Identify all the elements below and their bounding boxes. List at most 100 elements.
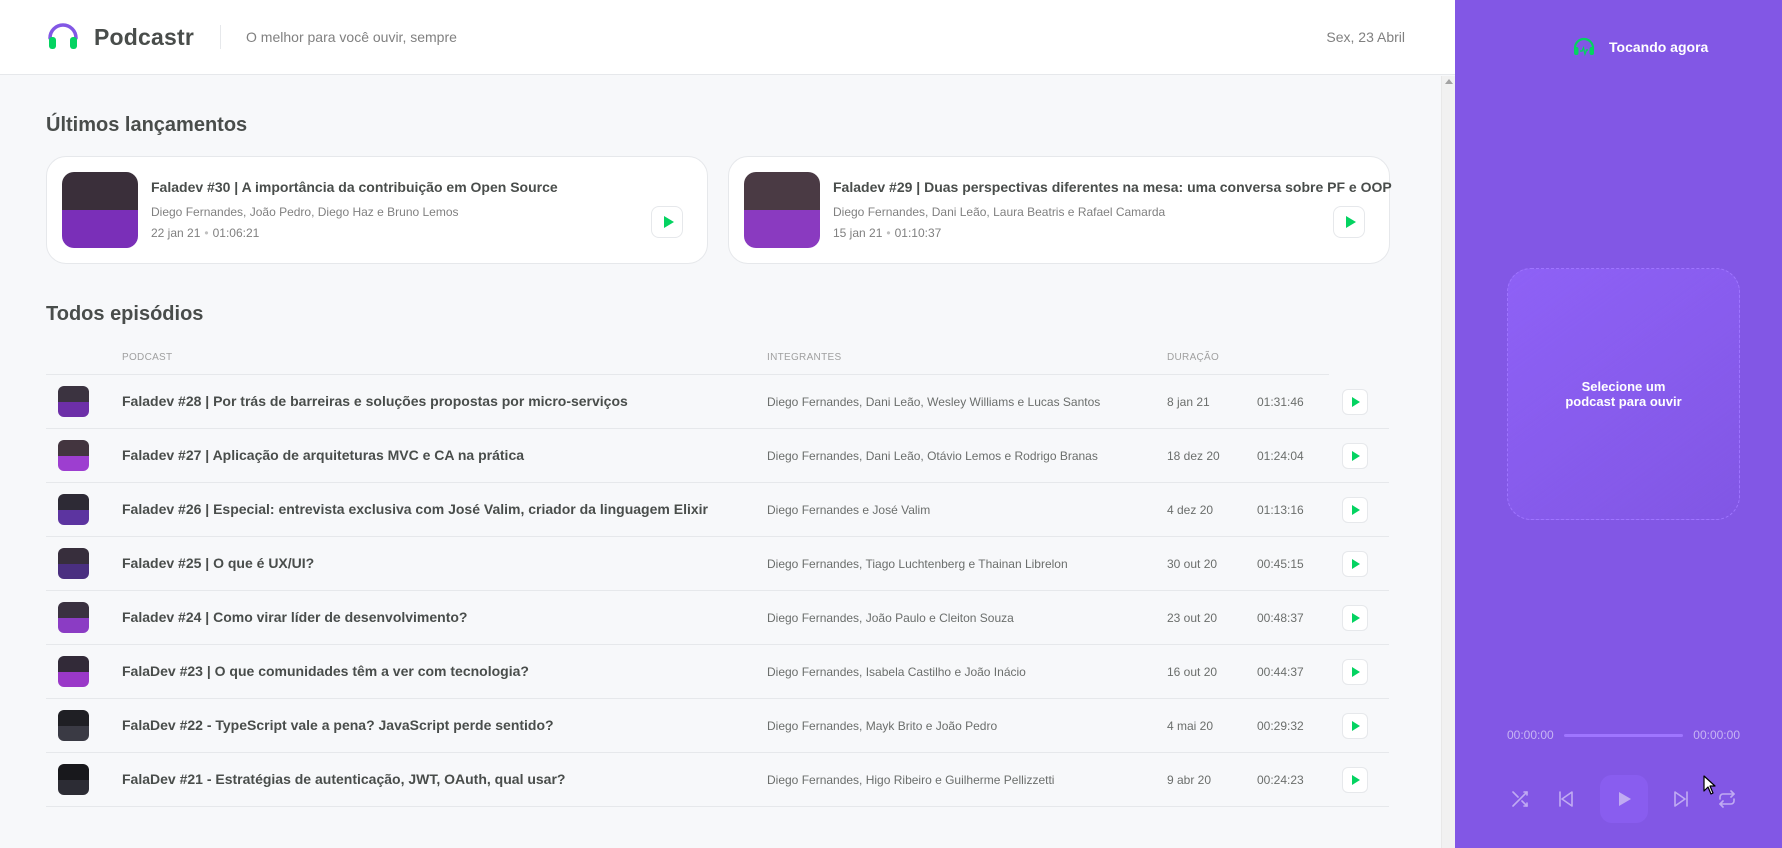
latest-episode-card[interactable]: Faladev #30 | A importância da contribui…: [46, 156, 708, 264]
episode-date: 9 abr 20: [1167, 773, 1212, 787]
current-date: Sex, 23 Abril: [1326, 29, 1405, 45]
episode-date: 16 out 20: [1167, 665, 1218, 679]
main-scrollbar[interactable]: [1441, 76, 1455, 848]
thumbnail-bottom: [58, 563, 89, 579]
repeat-button[interactable]: [1714, 786, 1740, 812]
episode-thumbnail: [58, 602, 89, 633]
progress-bar[interactable]: [1563, 733, 1684, 737]
episode-duration: 01:10:37: [894, 226, 942, 240]
play-icon: [1352, 667, 1360, 677]
play-icon: [1352, 559, 1360, 569]
episode-title[interactable]: FalaDev #21 - Estratégias de autenticaçã…: [122, 771, 565, 787]
now-playing-label: Tocando agora: [1609, 38, 1709, 55]
episode-title[interactable]: Faladev #25 | O que é UX/UI?: [122, 555, 314, 571]
episode-title[interactable]: FalaDev #23 | O que comunidades têm a ve…: [122, 663, 529, 679]
episode-date: 8 jan 21: [1167, 395, 1210, 409]
episode-title[interactable]: Faladev #26 | Especial: entrevista exclu…: [122, 501, 708, 517]
column-header-duration: DURAÇÃO: [1167, 352, 1220, 363]
episode-title[interactable]: FalaDev #22 - TypeScript vale a pena? Ja…: [122, 717, 554, 733]
episode-duration: 01:06:21: [212, 226, 260, 240]
episode-members: Diego Fernandes, Isabela Castilho e João…: [767, 665, 1026, 679]
thumbnail-bottom: [58, 725, 89, 741]
play-icon: [1352, 397, 1360, 407]
play-episode-button[interactable]: [651, 206, 683, 238]
episode-date: 15 jan 21: [833, 226, 883, 240]
episode-date: 4 mai 20: [1167, 719, 1214, 733]
episode-duration: 00:29:32: [1257, 719, 1304, 733]
episode-thumbnail: [58, 764, 89, 795]
current-time: 00:00:00: [1507, 728, 1554, 742]
play-icon: [663, 216, 674, 228]
episode-meta: 15 jan 21 • 01:10:37: [833, 226, 1319, 240]
play-episode-button[interactable]: [1342, 497, 1368, 523]
episode-title[interactable]: Faladev #24 | Como virar líder de desenv…: [122, 609, 467, 625]
total-time: 00:00:00: [1693, 728, 1740, 742]
table-row: Faladev #27 | Aplicação de arquiteturas …: [46, 429, 1389, 483]
column-header-podcast: PODCAST: [122, 352, 173, 363]
thumbnail-bottom: [58, 509, 89, 525]
separator-dot: •: [204, 226, 209, 240]
play-episode-button[interactable]: [1342, 659, 1368, 685]
play-episode-button[interactable]: [1333, 206, 1365, 238]
next-button[interactable]: [1668, 786, 1694, 812]
episode-members: Diego Fernandes, João Paulo e Cleiton So…: [767, 611, 1014, 625]
episode-members: Diego Fernandes, Higo Ribeiro e Guilherm…: [767, 773, 1055, 787]
thumbnail-bottom: [58, 671, 89, 687]
table-row: Faladev #24 | Como virar líder de desenv…: [46, 591, 1389, 645]
episode-duration: 00:24:23: [1257, 773, 1304, 787]
app-header: Podcastr O melhor para você ouvir, sempr…: [0, 0, 1455, 75]
play-episode-button[interactable]: [1342, 551, 1368, 577]
episode-title[interactable]: Faladev #28 | Por trás de barreiras e so…: [122, 393, 628, 409]
thumbnail-top: [58, 548, 89, 564]
episode-duration: 00:48:37: [1257, 611, 1304, 625]
play-episode-button[interactable]: [1342, 767, 1368, 793]
play-episode-button[interactable]: [1342, 605, 1368, 631]
table-row: Faladev #26 | Especial: entrevista exclu…: [46, 483, 1389, 537]
progress-area: 00:00:00 00:00:00: [1507, 728, 1740, 742]
repeat-icon: [1719, 790, 1735, 808]
play-icon: [1352, 451, 1360, 461]
episode-duration: 01:24:04: [1257, 449, 1304, 463]
episode-title[interactable]: Faladev #29 | Duas perspectivas diferent…: [833, 179, 1392, 195]
play-icon: [1352, 613, 1360, 623]
play-icon: [1352, 505, 1360, 515]
episode-title[interactable]: Faladev #30 | A importância da contribui…: [151, 179, 637, 195]
table-row: FalaDev #23 | O que comunidades têm a ve…: [46, 645, 1389, 699]
episode-date: 23 out 20: [1167, 611, 1218, 625]
episode-members: Diego Fernandes e José Valim: [767, 503, 931, 517]
episode-title[interactable]: Faladev #27 | Aplicação de arquiteturas …: [122, 447, 524, 463]
play-episode-button[interactable]: [1342, 389, 1368, 415]
thumbnail-bottom: [62, 210, 138, 248]
episode-thumbnail: [58, 656, 89, 687]
thumbnail-top: [58, 494, 89, 510]
episode-members: Diego Fernandes, João Pedro, Diego Haz e…: [151, 205, 459, 219]
previous-button[interactable]: [1553, 786, 1579, 812]
episodes-table: PODCAST INTEGRANTES DURAÇÃO Faladev #28 …: [46, 344, 1389, 807]
play-pause-button[interactable]: [1599, 775, 1648, 823]
episode-thumbnail: [58, 548, 89, 579]
latest-episode-card[interactable]: Faladev #29 | Duas perspectivas diferent…: [728, 156, 1392, 264]
thumbnail-bottom: [744, 210, 820, 248]
episode-meta: 22 jan 21 • 01:06:21: [151, 226, 637, 240]
shuffle-icon: [1512, 791, 1528, 807]
thumbnail-top: [58, 710, 89, 726]
shuffle-button[interactable]: [1507, 786, 1533, 812]
play-episode-button[interactable]: [1342, 443, 1368, 469]
player-panel: Tocando agora Selecione um podcast para …: [1455, 0, 1782, 848]
latest-episodes-title: Últimos lançamentos: [46, 114, 248, 136]
scroll-up-arrow-icon[interactable]: [1445, 79, 1453, 84]
table-body: Faladev #28 | Por trás de barreiras e so…: [46, 375, 1389, 807]
episode-date: 4 dez 20: [1167, 503, 1214, 517]
thumbnail-bottom: [58, 779, 89, 795]
episode-date: 18 dez 20: [1167, 449, 1220, 463]
thumbnail-top: [58, 764, 89, 780]
table-row: FalaDev #22 - TypeScript vale a pena? Ja…: [46, 699, 1389, 753]
table-row: Faladev #25 | O que é UX/UI? Diego Ferna…: [46, 537, 1389, 591]
episode-thumbnail: [62, 172, 138, 248]
logo[interactable]: Podcastr: [46, 18, 194, 57]
play-icon: [1352, 775, 1360, 785]
empty-player-message: Selecione um podcast para ouvir: [1565, 379, 1682, 409]
separator-dot: •: [886, 226, 891, 240]
play-episode-button[interactable]: [1342, 713, 1368, 739]
empty-player-card: Selecione um podcast para ouvir: [1507, 268, 1740, 520]
